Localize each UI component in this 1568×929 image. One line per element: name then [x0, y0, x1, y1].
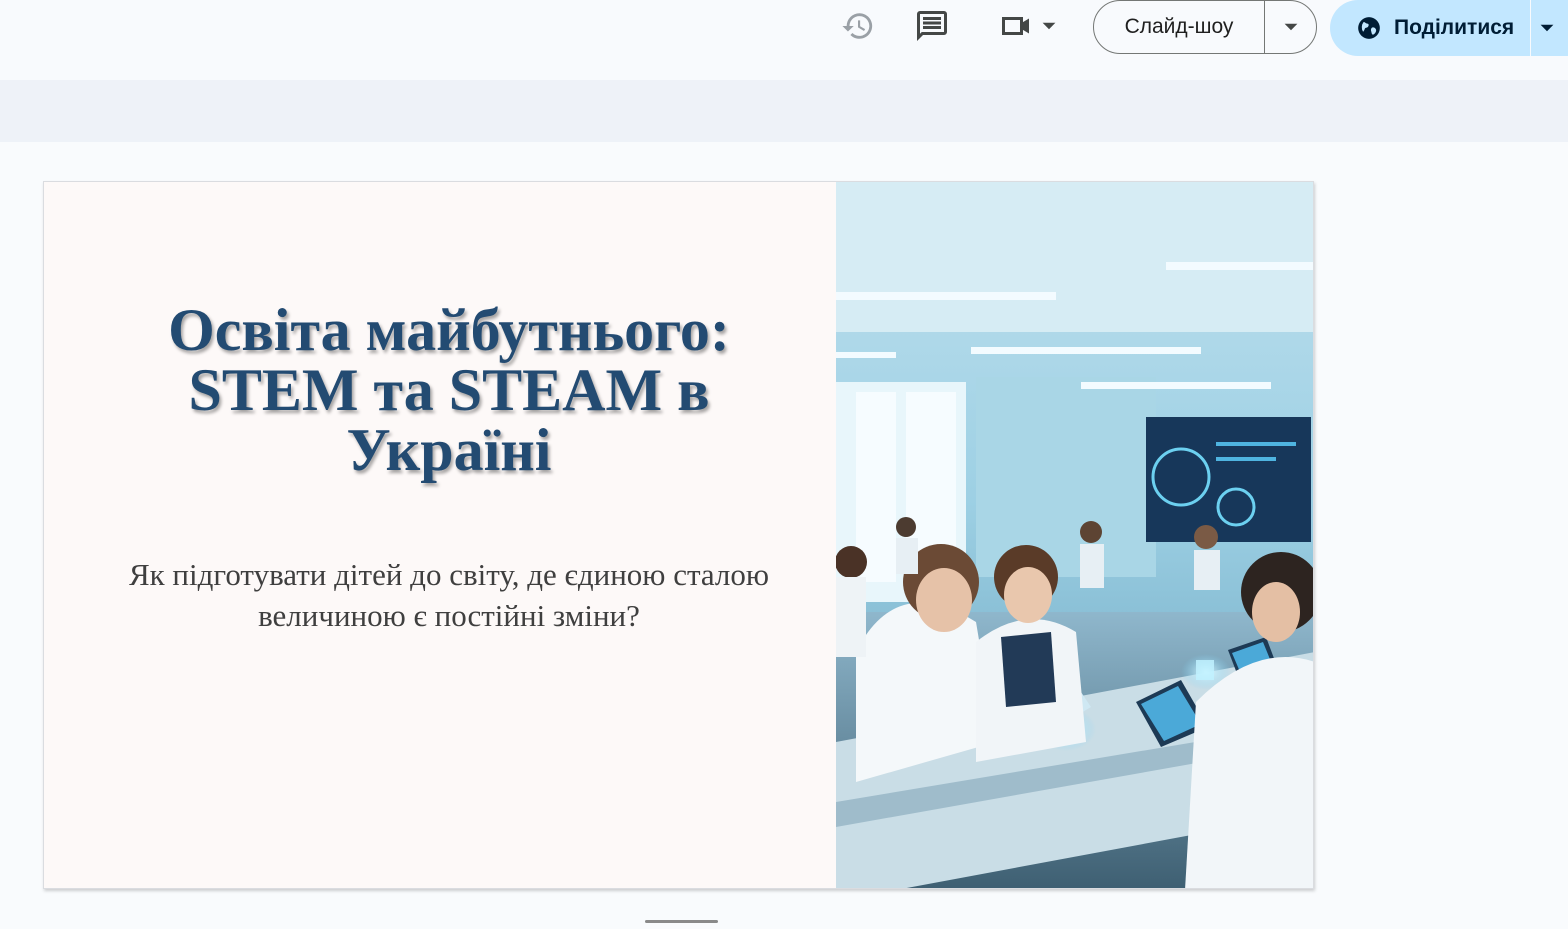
slideshow-button-group: Слайд-шоу	[1093, 0, 1317, 54]
slideshow-options-button[interactable]	[1265, 1, 1316, 53]
globe-icon	[1356, 15, 1382, 41]
history-icon	[842, 13, 873, 39]
comment-icon	[917, 11, 947, 41]
slide[interactable]: Освіта майбутнього: STEM та STEAM в Укра…	[43, 181, 1314, 889]
slide-title[interactable]: Освіта майбутнього: STEM та STEAM в Укра…	[104, 300, 794, 480]
share-options-button[interactable]	[1530, 0, 1568, 56]
share-label: Поділитися	[1394, 16, 1515, 39]
chevron-down-icon	[1042, 22, 1056, 30]
video-camera-icon	[1002, 17, 1029, 35]
share-button[interactable]: Поділитися	[1330, 0, 1530, 56]
formatting-toolbar	[0, 80, 1568, 142]
share-button-group: Поділитися	[1330, 0, 1568, 56]
slideshow-label: Слайд-шоу	[1124, 15, 1234, 38]
comments-button[interactable]	[910, 4, 954, 48]
version-history-button[interactable]	[836, 4, 880, 48]
chevron-down-icon	[1284, 23, 1297, 31]
slideshow-button[interactable]: Слайд-шоу	[1094, 1, 1265, 53]
meet-button[interactable]	[992, 4, 1064, 48]
top-bar: Слайд-шоу Поділитися	[0, 0, 1568, 80]
filmstrip-resize-handle[interactable]	[645, 920, 718, 923]
chevron-down-icon	[1540, 24, 1554, 32]
classroom-photo[interactable]	[836, 182, 1313, 888]
slide-subtitle[interactable]: Як підготувати дітей до світу, де єдиною…	[104, 554, 794, 636]
